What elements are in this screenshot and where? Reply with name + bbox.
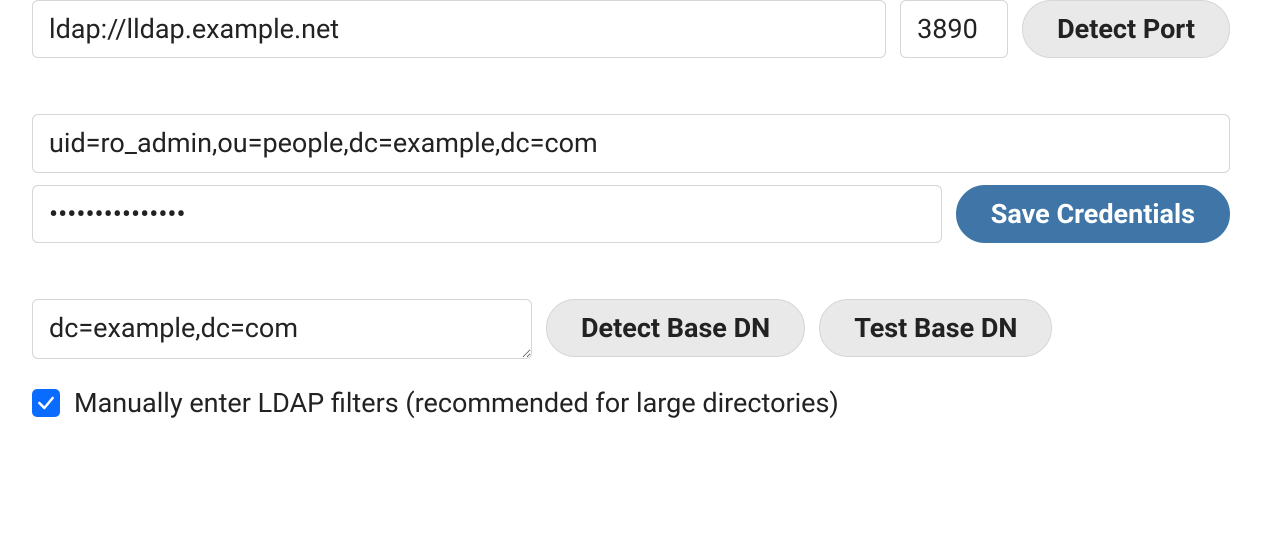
- ldap-port-input[interactable]: [900, 0, 1008, 58]
- manual-filters-checkbox[interactable]: [32, 389, 60, 417]
- check-icon: [36, 393, 56, 413]
- base-dn-textarea[interactable]: [32, 299, 532, 359]
- manual-filters-row: Manually enter LDAP filters (recommended…: [32, 387, 1230, 419]
- bind-password-input[interactable]: [32, 185, 942, 243]
- ldap-host-input[interactable]: [32, 0, 886, 58]
- save-credentials-button[interactable]: Save Credentials: [956, 185, 1230, 243]
- detect-port-button[interactable]: Detect Port: [1022, 0, 1230, 58]
- manual-filters-label[interactable]: Manually enter LDAP filters (recommended…: [74, 387, 839, 419]
- base-dn-row: Detect Base DN Test Base DN: [32, 299, 1230, 359]
- host-port-row: Detect Port: [32, 0, 1230, 58]
- bind-dn-row: [32, 114, 1230, 172]
- bind-dn-input[interactable]: [32, 114, 1230, 172]
- password-row: Save Credentials: [32, 185, 1230, 243]
- detect-base-dn-button[interactable]: Detect Base DN: [546, 299, 805, 357]
- test-base-dn-button[interactable]: Test Base DN: [819, 299, 1052, 357]
- ldap-config-form: Detect Port Save Credentials Detect Base…: [0, 0, 1262, 419]
